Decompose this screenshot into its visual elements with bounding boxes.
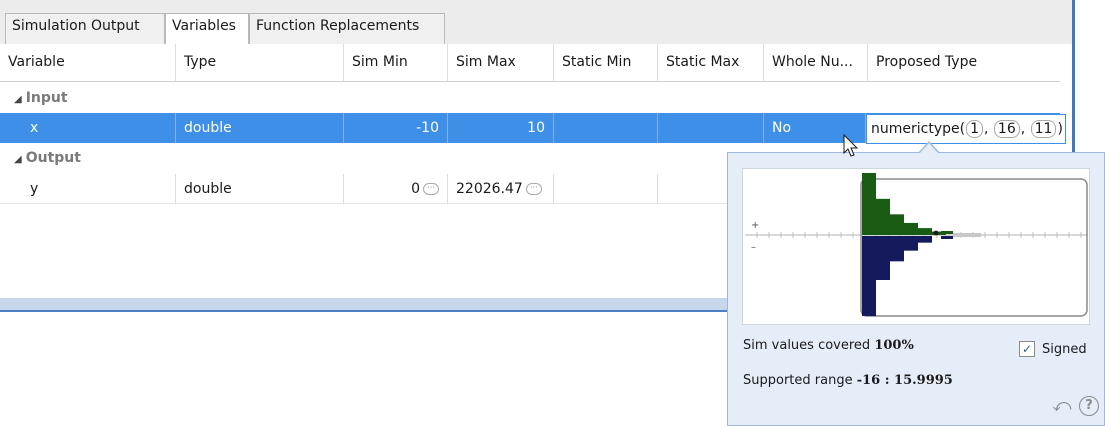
cell-static-min[interactable] [554,113,658,143]
popup-pointer-inner [920,143,938,153]
positive-label: + [751,220,759,231]
group-output-label: Output [25,150,81,166]
histogram-chart: + – [745,173,1088,317]
word-length-field[interactable]: 16 [993,120,1020,138]
cell-type[interactable]: double [176,174,344,204]
separator: , [984,121,989,137]
cell-sim-max[interactable]: 22026.47 ··· [448,174,554,204]
histogram-bar-negative [918,236,932,243]
column-header-variable[interactable]: Variable [0,44,176,82]
histogram-bar-negative [890,236,904,262]
tail-bar-negative [941,236,953,239]
cell-sim-max-value: 22026.47 [456,181,523,197]
coverage-label: Sim values covered [743,338,871,353]
histogram-bar-positive [918,228,932,235]
histogram-bar-positive [890,214,904,235]
cell-static-max[interactable] [658,113,764,143]
table-header: Variable Type Sim Min Sim Max Static Min… [0,44,1060,82]
negative-label: – [751,242,756,253]
proposed-type-prefix: numerictype( [871,121,966,137]
histogram-bar-negative [876,236,890,280]
cell-variable[interactable]: x [0,113,176,143]
mouse-pointer-icon [843,134,859,157]
histogram-frame: + – [742,168,1090,325]
range-value: -16 : 15.9995 [856,373,953,388]
coverage-value: 100% [874,338,914,353]
column-header-sim-max[interactable]: Sim Max [448,44,554,82]
group-input-label: Input [25,90,68,106]
range-text: Supported range -16 : 15.9995 [743,373,953,388]
histogram-bar-positive [876,198,890,235]
collapse-triangle-icon[interactable]: ◢ [14,154,22,165]
tab-simulation-output[interactable]: Simulation Output [5,13,165,44]
column-header-static-max[interactable]: Static Max [658,44,764,82]
group-input[interactable]: ◢ Input [0,84,1060,113]
tab-function-replacements[interactable]: Function Replacements [249,13,445,44]
column-header-proposed-type[interactable]: Proposed Type [868,44,1060,82]
empty-bin-strip [953,233,981,237]
proposed-type-editor[interactable]: numerictype(1, 16, 11) [866,114,1066,144]
range-label: Supported range [743,373,853,388]
fraction-length-field[interactable]: 11 [1030,120,1057,138]
cell-sim-min[interactable]: -10 [344,113,448,143]
help-icon[interactable]: ? [1079,396,1099,416]
cell-type[interactable]: double [176,113,344,143]
revert-icon[interactable]: ⤺ [1052,396,1072,416]
proposed-type-suffix: ) [1057,121,1063,137]
cell-sim-max[interactable]: 10 [448,113,554,143]
cell-sim-min-value: 0 [411,181,420,197]
histogram-bar-positive [862,173,876,235]
histogram-bar-positive [904,222,918,235]
range-marker [933,230,939,236]
column-header-sim-min[interactable]: Sim Min [344,44,448,82]
column-header-static-min[interactable]: Static Min [554,44,658,82]
signed-checkbox[interactable]: ✓ [1019,341,1035,357]
cell-variable[interactable]: y [0,174,176,204]
cell-static-min[interactable] [554,174,658,204]
collapse-triangle-icon[interactable]: ◢ [14,94,22,105]
column-header-type[interactable]: Type [176,44,344,82]
separator: , [1020,121,1026,137]
more-options-icon[interactable]: ··· [525,183,542,195]
tail-bar-positive [941,231,953,234]
tab-bar: Simulation Output Variables Function Rep… [0,0,1072,45]
signed-label: Signed [1042,342,1087,357]
coverage-text: Sim values covered 100% [743,338,914,353]
more-options-icon[interactable]: ··· [423,183,439,195]
tab-variables[interactable]: Variables [165,13,249,45]
column-header-whole-number[interactable]: Whole Nu... [764,44,868,82]
cell-sim-min[interactable]: 0 ··· [344,174,448,204]
histogram-bar-negative [862,236,876,316]
cell-static-max[interactable] [658,174,728,204]
signedness-field[interactable]: 1 [966,120,983,138]
histogram-bar-negative [904,236,918,251]
